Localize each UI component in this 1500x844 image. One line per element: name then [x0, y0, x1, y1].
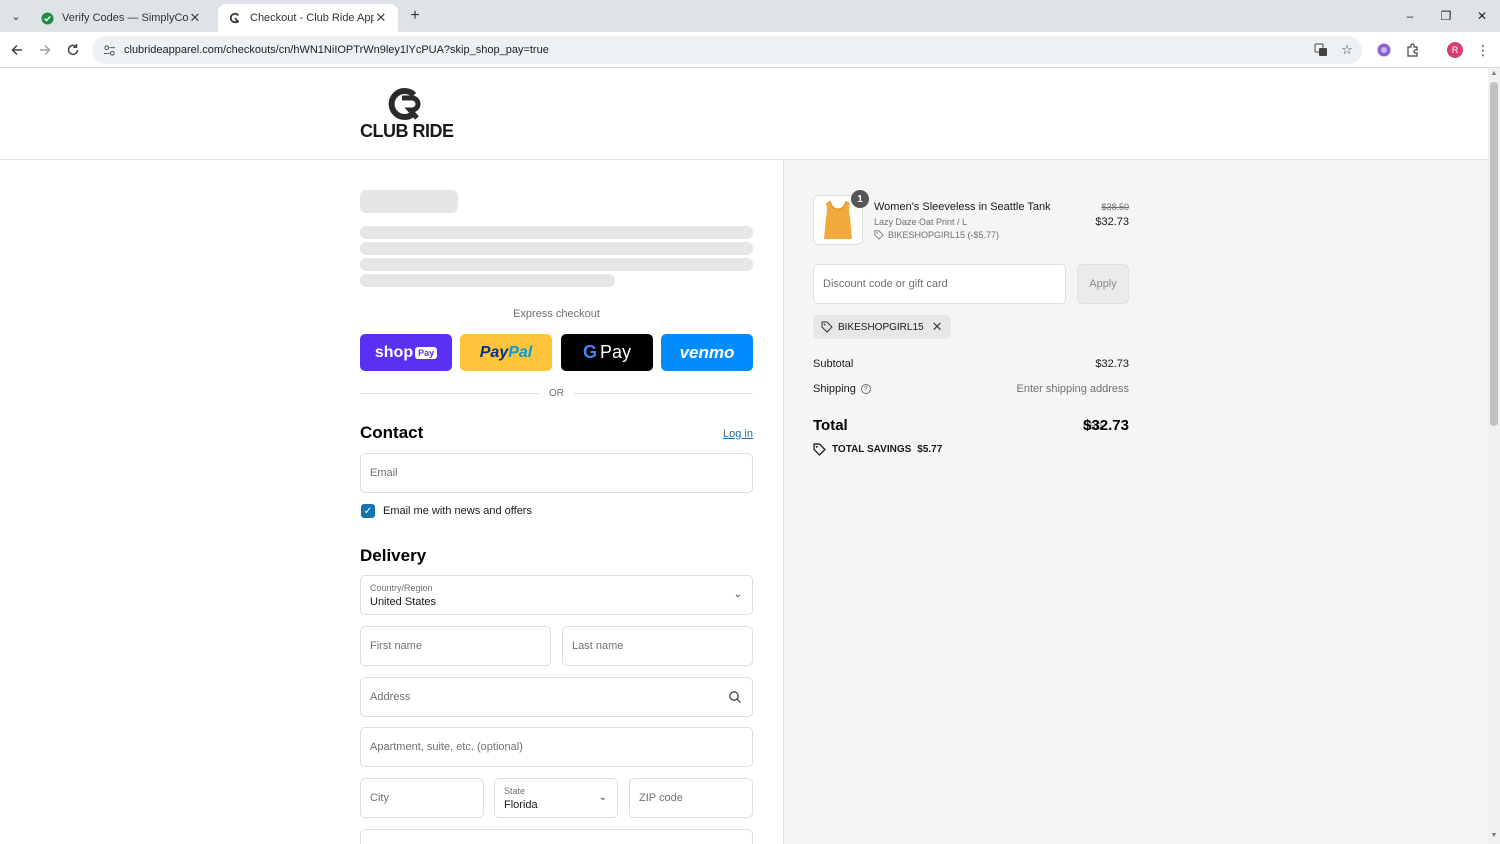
google-pay-button[interactable]: G Pay	[561, 334, 653, 371]
phone-field-partial[interactable]	[360, 829, 753, 844]
product-name: Women's Sleeveless in Seattle Tank	[874, 201, 1051, 213]
login-link[interactable]: Log in	[723, 428, 753, 440]
shop-pay-button[interactable]: shop Pay	[360, 334, 452, 371]
tab-search-chevron-icon[interactable]: ⌄	[6, 7, 26, 25]
or-divider: OR	[360, 386, 753, 400]
tab-checkout[interactable]: Checkout - Club Ride Apparel ✕	[218, 4, 398, 32]
skeleton-placeholder	[360, 274, 615, 287]
tab-close-icon[interactable]: ✕	[188, 10, 202, 26]
country-select[interactable]: Country/Region United States ⌄	[360, 575, 753, 615]
address-bar: clubrideapparel.com/checkouts/cn/hWN1NiI…	[0, 32, 1500, 68]
last-name-field[interactable]: Last name	[562, 626, 753, 666]
state-select[interactable]: State Florida ⌄	[494, 778, 618, 818]
tab-verify-codes[interactable]: Verify Codes — SimplyCodes ✕	[30, 4, 212, 32]
help-question-icon[interactable]: ?	[860, 384, 871, 394]
scroll-up-icon[interactable]: ▲	[1490, 70, 1498, 77]
checkbox-checked-icon[interactable]: ✓	[361, 504, 375, 518]
news-offers-label: Email me with news and offers	[383, 505, 532, 517]
apartment-field[interactable]: Apartment, suite, etc. (optional)	[360, 727, 753, 767]
tag-icon	[874, 230, 884, 240]
total-savings: TOTAL SAVINGS $5.77	[813, 443, 942, 456]
subtotal-label: Subtotal	[813, 358, 854, 370]
discount-code-input[interactable]: Discount code or gift card	[813, 264, 1066, 304]
reload-icon[interactable]	[63, 40, 83, 60]
tank-top-image-icon	[824, 200, 852, 239]
zip-field[interactable]: ZIP code	[629, 778, 753, 818]
shipping-value: Enter shipping address	[1016, 383, 1129, 395]
product-original-price: $38.50	[1101, 202, 1129, 212]
skeleton-placeholder	[360, 226, 753, 239]
profile-avatar[interactable]: R	[1445, 40, 1465, 60]
remove-discount-close-icon[interactable]: ✕	[932, 319, 943, 335]
extension-icon[interactable]	[1374, 40, 1394, 60]
product-discount-code: BIKESHOPGIRL15 (-$5.77)	[874, 230, 999, 240]
bookmark-star-icon[interactable]: ☆	[1336, 39, 1358, 61]
club-ride-logo[interactable]: CLUB RIDE	[360, 88, 456, 141]
tab-close-icon[interactable]: ✕	[374, 10, 388, 26]
translate-icon[interactable]	[1310, 39, 1332, 61]
express-checkout-label: Express checkout	[513, 308, 600, 320]
page-scrollbar[interactable]: ▲ ▼	[1488, 68, 1500, 844]
site-header: CLUB RIDE	[0, 68, 1488, 160]
minimize-icon[interactable]: –	[1397, 6, 1423, 26]
product-price: $32.73	[1095, 216, 1129, 228]
clubride-favicon-icon	[228, 11, 242, 25]
contact-heading: Contact	[360, 423, 424, 442]
address-field[interactable]: Address	[360, 677, 753, 717]
omnibox[interactable]: clubrideapparel.com/checkouts/cn/hWN1NiI…	[92, 36, 1362, 64]
shipping-label: Shipping ?	[813, 383, 871, 395]
simplycodes-favicon-icon	[40, 11, 54, 25]
skeleton-placeholder	[360, 190, 458, 213]
tag-icon	[813, 443, 826, 456]
extensions-puzzle-icon[interactable]	[1403, 40, 1423, 60]
close-window-icon[interactable]: ✕	[1469, 6, 1495, 26]
venmo-button[interactable]: venmo	[661, 334, 753, 371]
scroll-thumb[interactable]	[1490, 82, 1498, 426]
back-arrow-icon[interactable]	[7, 40, 27, 60]
paypal-button[interactable]: Pay Pal	[460, 334, 552, 371]
logo-wordmark: CLUB RIDE	[360, 121, 454, 141]
total-label: Total	[813, 417, 848, 434]
tab-title: Verify Codes — SimplyCodes	[62, 12, 188, 24]
product-variant: Lazy Daze Oat Print / L	[874, 217, 968, 227]
url-text[interactable]: clubrideapparel.com/checkouts/cn/hWN1NiI…	[124, 44, 1310, 56]
tab-bar: ⌄ Verify Codes — SimplyCodes ✕ Checkout …	[0, 0, 1500, 32]
chevron-down-icon: ⌄	[733, 589, 742, 600]
skeleton-placeholder	[360, 242, 753, 255]
chevron-down-icon: ⌄	[598, 792, 607, 803]
delivery-heading: Delivery	[360, 546, 427, 565]
new-tab-plus-icon[interactable]: +	[405, 6, 425, 26]
subtotal-value: $32.73	[1095, 358, 1129, 370]
first-name-field[interactable]: First name	[360, 626, 551, 666]
email-field[interactable]: Email	[360, 453, 753, 493]
apply-discount-button[interactable]: Apply	[1077, 264, 1129, 304]
scroll-down-icon[interactable]: ▼	[1490, 832, 1498, 839]
tag-icon	[821, 321, 833, 333]
search-icon	[729, 691, 741, 703]
browser-menu-icon[interactable]: ⋮	[1473, 40, 1493, 60]
google-g-icon: G	[582, 342, 597, 362]
quantity-badge: 1	[851, 190, 869, 208]
city-field[interactable]: City	[360, 778, 484, 818]
site-settings-icon[interactable]	[100, 41, 118, 59]
restore-icon[interactable]: ❐	[1433, 6, 1459, 26]
order-summary-panel	[783, 160, 1488, 844]
forward-arrow-icon[interactable]	[35, 40, 55, 60]
news-offers-checkbox-row[interactable]: ✓ Email me with news and offers	[361, 504, 532, 518]
checkout-page: CLUB RIDE Express checkout shop Pay Pay P…	[0, 68, 1488, 844]
total-value: $32.73	[1083, 417, 1129, 434]
skeleton-placeholder	[360, 258, 753, 271]
applied-discount-chip: BIKESHOPGIRL15 ✕	[813, 315, 951, 339]
tab-title: Checkout - Club Ride Apparel	[250, 12, 374, 24]
